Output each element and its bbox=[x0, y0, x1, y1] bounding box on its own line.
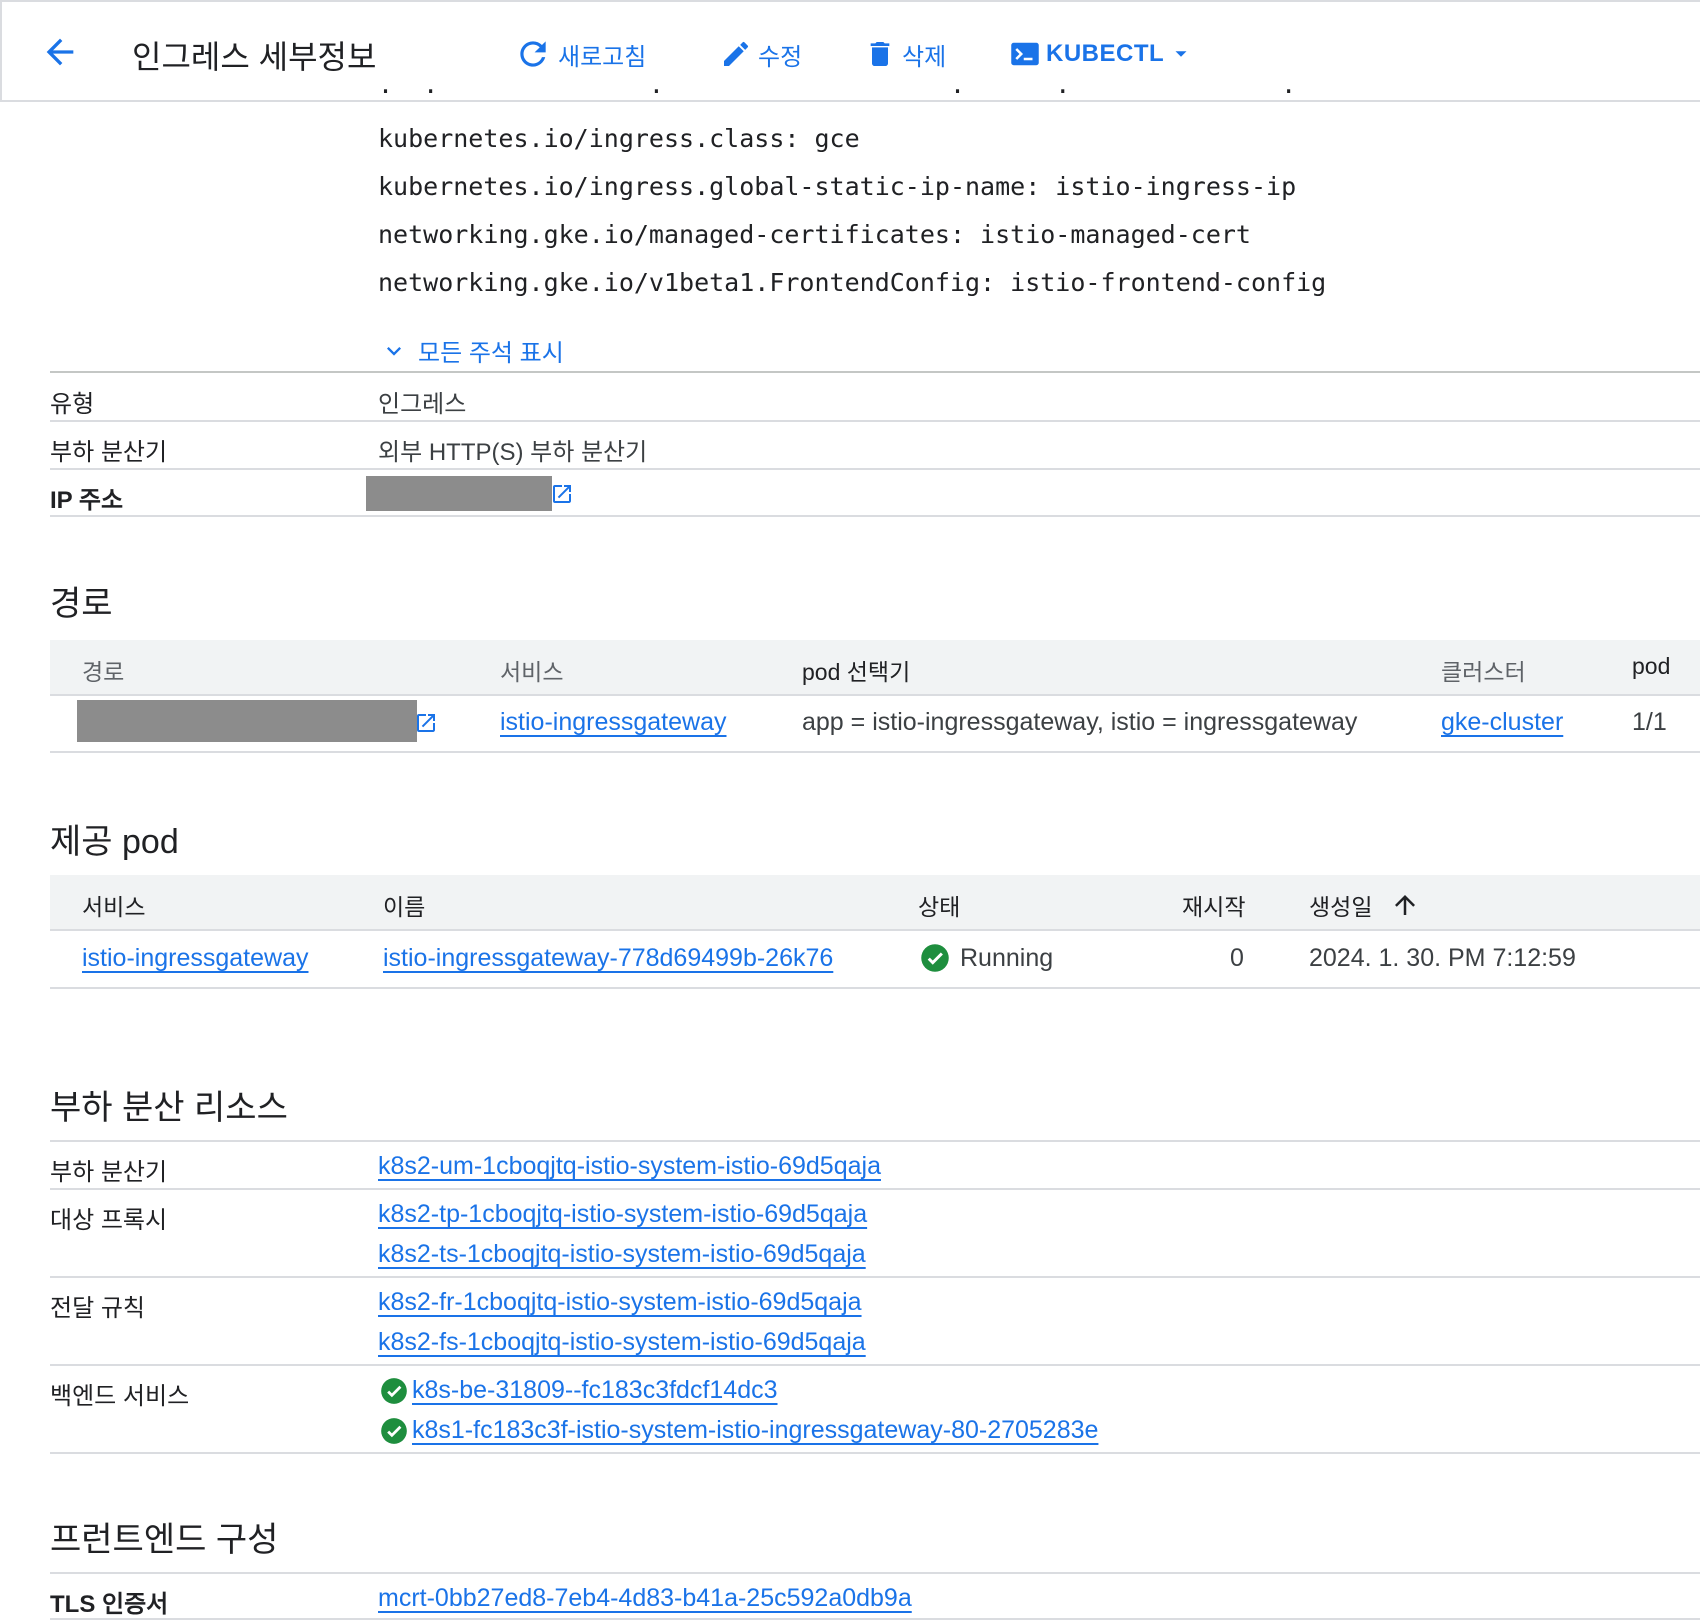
load-balancer-label: 부하 분산기 bbox=[50, 1159, 168, 1186]
divider bbox=[50, 1618, 1700, 1620]
col-header-pods: pod bbox=[1632, 653, 1671, 679]
show-all-annotations-link[interactable]: 모든 주석 표시 bbox=[380, 333, 564, 368]
annotation-line-cut-off: . . . . . · . . bbox=[378, 86, 1578, 100]
load-balancer-value: 외부 HTTP(S) 부하 분산기 bbox=[378, 439, 648, 466]
type-value: 인그레스 bbox=[378, 391, 467, 418]
pods-table-header: 서비스 이름 상태 재시작 생성일 bbox=[50, 875, 1700, 931]
forwarding-rule-label: 전달 규칙 bbox=[50, 1295, 145, 1322]
kubectl-label: KUBECTL bbox=[1046, 40, 1165, 67]
refresh-label: 새로고침 bbox=[558, 43, 647, 71]
col-header-name: 이름 bbox=[383, 894, 426, 920]
forwarding-rule-link[interactable]: k8s2-fs-1cboqjtq-istio-system-istio-69d5… bbox=[378, 1328, 866, 1357]
route-pod-selector: app = istio-ingressgateway, istio = ingr… bbox=[802, 708, 1358, 736]
backend-service-item[interactable]: k8s-be-31809--fc183c3fdcf14dc3 bbox=[380, 1376, 778, 1405]
divider bbox=[50, 371, 1700, 373]
check-circle-icon bbox=[381, 1417, 407, 1444]
pod-restarts: 0 bbox=[1230, 944, 1244, 972]
refresh-icon bbox=[520, 41, 546, 67]
pod-name-link[interactable]: istio-ingressgateway-778d69499b-26k76 bbox=[383, 944, 833, 973]
divider bbox=[50, 1140, 1700, 1142]
sort-ascending-arrow-icon bbox=[1395, 895, 1416, 915]
redacted-path bbox=[77, 700, 417, 742]
divider bbox=[50, 515, 1700, 517]
divider bbox=[50, 420, 1700, 422]
backend-service-link[interactable]: k8s1-fc183c3f-istio-system-istio-ingress… bbox=[412, 1416, 1098, 1445]
pod-status-text: Running bbox=[960, 943, 1054, 972]
refresh-button[interactable]: 새로고침 bbox=[514, 36, 646, 72]
delete-button[interactable]: 삭제 bbox=[864, 36, 946, 72]
col-header-service: 서비스 bbox=[500, 659, 564, 685]
external-link-icon[interactable] bbox=[414, 711, 438, 740]
divider bbox=[50, 1364, 1700, 1366]
kubectl-dropdown-button[interactable]: KUBECTL bbox=[1010, 36, 1192, 72]
route-cluster-link[interactable]: gke-cluster bbox=[1441, 708, 1563, 737]
backend-service-label: 백엔드 서비스 bbox=[50, 1383, 190, 1410]
target-proxy-link[interactable]: k8s2-ts-1cboqjtq-istio-system-istio-69d5… bbox=[378, 1240, 866, 1269]
col-header-pod-selector: pod 선택기 bbox=[802, 659, 911, 685]
load-balancer-label: 부하 분산기 bbox=[50, 439, 168, 466]
lb-resources-section-title: 부하 분산 리소스 bbox=[50, 1089, 288, 1127]
pod-created-date: 2024. 1. 30. PM 7:12:59 bbox=[1309, 944, 1576, 972]
caret-down-icon bbox=[1175, 51, 1187, 57]
type-label: 유형 bbox=[50, 391, 95, 418]
annotation-line: networking.gke.io/managed-certificates: … bbox=[378, 220, 1251, 249]
route-service-link[interactable]: istio-ingressgateway bbox=[500, 708, 727, 737]
pencil-icon bbox=[724, 41, 749, 66]
annotation-line: kubernetes.io/ingress.global-static-ip-n… bbox=[378, 172, 1297, 201]
tls-certificate-label: TLS 인증서 bbox=[50, 1591, 169, 1618]
check-circle-icon bbox=[381, 1377, 407, 1404]
forwarding-rule-link[interactable]: k8s2-fr-1cboqjtq-istio-system-istio-69d5… bbox=[378, 1288, 862, 1317]
route-pods-count: 1/1 bbox=[1632, 708, 1667, 736]
check-circle-icon bbox=[921, 944, 949, 972]
target-proxy-link[interactable]: k8s2-tp-1cboqjtq-istio-system-istio-69d5… bbox=[378, 1200, 867, 1229]
trash-icon bbox=[870, 42, 890, 66]
page-title: 인그레스 세부정보 bbox=[132, 39, 377, 75]
target-proxy-label: 대상 프록시 bbox=[50, 1207, 168, 1234]
backend-service-item[interactable]: k8s1-fc183c3f-istio-system-istio-ingress… bbox=[380, 1416, 1098, 1445]
col-header-service: 서비스 bbox=[82, 894, 146, 920]
show-all-label: 모든 주석 표시 bbox=[418, 340, 564, 367]
annotation-line: networking.gke.io/v1beta1.FrontendConfig… bbox=[378, 268, 1327, 297]
redacted-ip-address bbox=[366, 476, 552, 511]
tls-certificate-link[interactable]: mcrt-0bb27ed8-7eb4-4d83-b41a-25c592a0db9… bbox=[378, 1584, 912, 1613]
chevron-down-icon bbox=[387, 346, 401, 356]
divider bbox=[50, 987, 1700, 989]
col-header-status: 상태 bbox=[918, 894, 961, 920]
col-header-path: 경로 bbox=[82, 659, 125, 685]
divider bbox=[50, 1452, 1700, 1454]
serving-pods-section-title: 제공 pod bbox=[50, 823, 179, 861]
col-header-cluster: 클러스터 bbox=[1441, 659, 1526, 685]
divider bbox=[50, 1276, 1700, 1278]
divider bbox=[50, 1572, 1700, 1574]
edit-button[interactable]: 수정 bbox=[720, 36, 802, 72]
pod-status: Running bbox=[920, 943, 1053, 973]
annotation-line: kubernetes.io/ingress.class: gce bbox=[378, 124, 860, 153]
divider bbox=[50, 468, 1700, 470]
routes-section-title: 경로 bbox=[50, 585, 113, 623]
load-balancer-link[interactable]: k8s2-um-1cboqjtq-istio-system-istio-69d5… bbox=[378, 1152, 881, 1181]
divider bbox=[50, 1188, 1700, 1190]
routes-table-header: 경로 서비스 pod 선택기 클러스터 pod bbox=[50, 640, 1700, 696]
terminal-icon bbox=[1011, 42, 1039, 66]
external-link-icon[interactable] bbox=[550, 482, 574, 511]
col-header-created[interactable]: 생성일 bbox=[1309, 888, 1420, 922]
ip-address-label: IP 주소 bbox=[50, 487, 124, 514]
back-arrow-icon[interactable] bbox=[40, 32, 80, 72]
col-header-restarts: 재시작 bbox=[1182, 894, 1246, 920]
delete-label: 삭제 bbox=[902, 43, 947, 71]
divider bbox=[50, 751, 1700, 753]
edit-label: 수정 bbox=[758, 43, 803, 71]
col-header-created-label: 생성일 bbox=[1309, 894, 1373, 920]
backend-service-link[interactable]: k8s-be-31809--fc183c3fdcf14dc3 bbox=[412, 1376, 778, 1405]
frontend-section-title: 프런트엔드 구성 bbox=[50, 1521, 279, 1559]
pod-service-link[interactable]: istio-ingressgateway bbox=[82, 944, 309, 973]
